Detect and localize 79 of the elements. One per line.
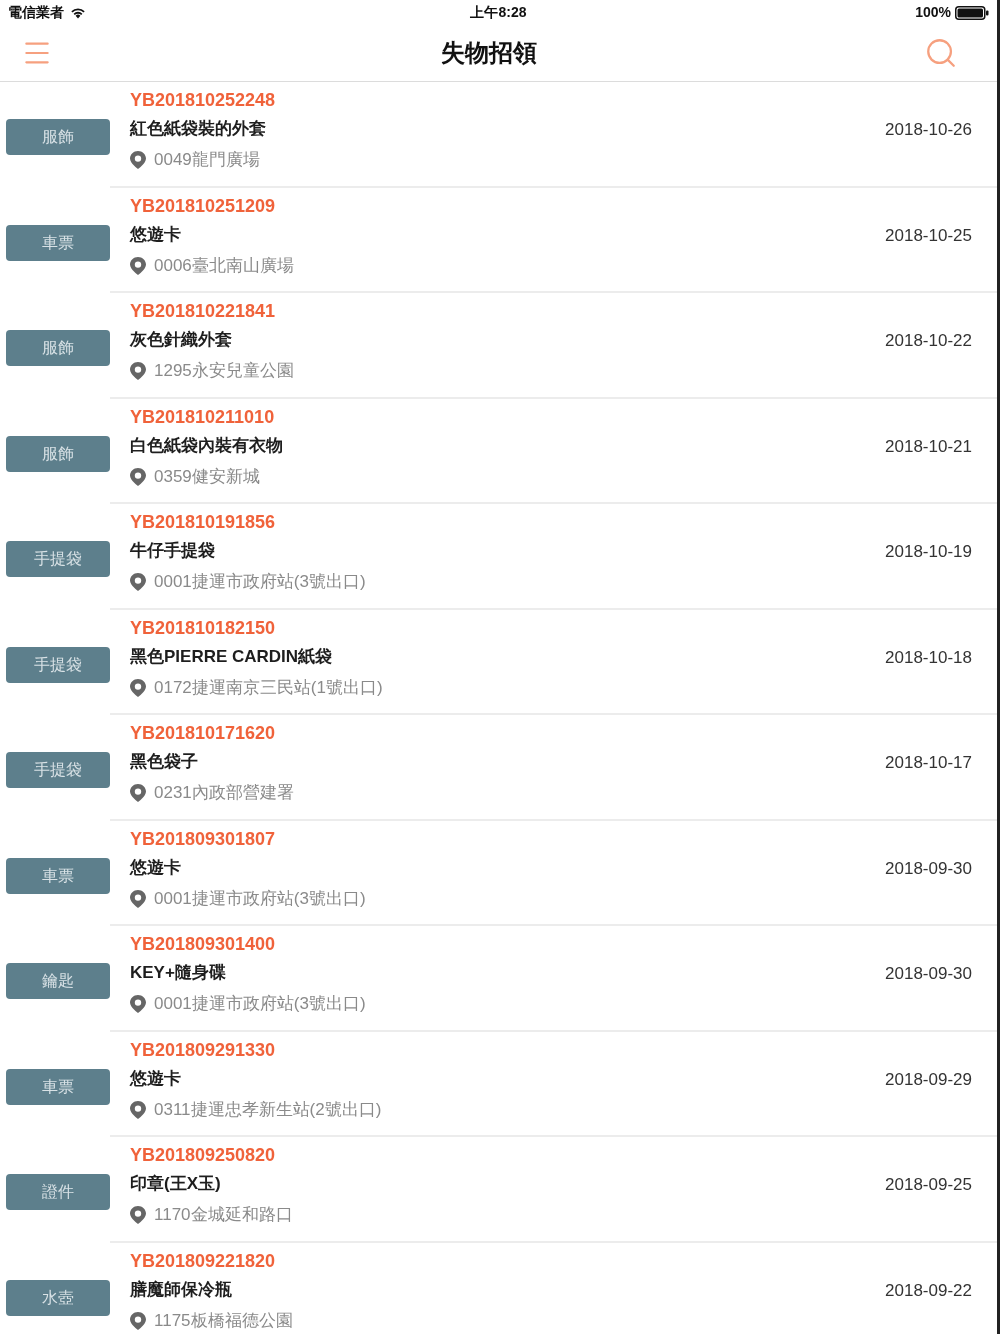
item-name: 牛仔手提袋 [130, 540, 215, 562]
map-pin-icon [130, 151, 146, 169]
item-name: 印章(王X玉) [130, 1173, 221, 1195]
item-number: YB201810191856 [130, 511, 276, 533]
item-date: 2018-10-17 [885, 752, 972, 774]
item-number: YB201809301807 [130, 827, 276, 850]
item-name: 悠遊卡 [130, 223, 181, 246]
location-text: 0001捷運市政府站(3號出口) [154, 887, 366, 910]
category-tag: 手提袋 [6, 752, 110, 789]
item-name: 悠遊卡 [130, 1067, 181, 1090]
item-number: YB201809221820 [130, 1249, 276, 1272]
location-text: 0311捷運忠孝新生站(2號出口) [154, 1098, 382, 1121]
search-icon [924, 36, 958, 70]
item-name: 黑色PIERRE CARDIN紙袋 [130, 645, 333, 668]
category-tag: 車票 [6, 1068, 110, 1105]
location-text: 0006臺北南山廣場 [154, 254, 294, 277]
item-date: 2018-10-18 [885, 646, 972, 669]
category-tag: 服飾 [6, 119, 110, 156]
map-pin-icon [130, 889, 146, 908]
category-tag: 證件 [6, 1174, 110, 1211]
item-name: 悠遊卡 [130, 856, 181, 879]
location-text: 0049龍門廣場 [154, 149, 260, 171]
item-number: YB201809250820 [130, 1144, 276, 1166]
item-date: 2018-09-29 [885, 1068, 972, 1091]
item-number: YB201810251209 [130, 194, 276, 217]
item-name: 紅色紙袋裝的外套 [130, 118, 266, 140]
category-tag: 鑰匙 [6, 963, 110, 1000]
location-text: 0172捷運南京三民站(1號出口) [154, 676, 383, 699]
item-number: YB201810182150 [130, 616, 276, 639]
item-date: 2018-09-25 [885, 1174, 972, 1196]
wifi-icon [70, 6, 86, 19]
item-date: 2018-10-26 [885, 119, 972, 141]
item-name: 膳魔師保冷瓶 [130, 1278, 232, 1301]
item-number: YB201810252248 [130, 89, 276, 111]
battery-percent: 100% [915, 3, 951, 22]
location-text: 1295永安兒童公園 [154, 360, 294, 382]
map-pin-icon [130, 256, 146, 275]
location-text: 1175板橋福德公園 [154, 1309, 293, 1332]
map-pin-icon [130, 995, 146, 1013]
item-name: KEY+隨身碟 [130, 962, 226, 984]
carrier-name: 電信業者 [8, 3, 64, 22]
item-date: 2018-10-25 [885, 224, 972, 247]
item-date: 2018-10-19 [885, 541, 972, 563]
category-tag: 車票 [6, 224, 110, 261]
page-title: 失物招領 [440, 38, 537, 68]
map-pin-icon [130, 1311, 146, 1330]
item-number: YB201810221841 [130, 300, 276, 322]
status-time: 上午8:28 [470, 3, 527, 22]
item-number: YB201810211010 [130, 405, 275, 428]
item-number: YB201809291330 [130, 1038, 276, 1061]
map-pin-icon [130, 362, 146, 380]
item-date: 2018-09-30 [885, 963, 972, 985]
map-pin-icon [130, 1100, 146, 1119]
location-text: 0359健安新城 [154, 465, 260, 488]
location-text: 0001捷運市政府站(3號出口) [154, 993, 366, 1015]
item-name: 灰色針織外套 [130, 329, 232, 351]
item-number: YB201809301400 [130, 933, 276, 955]
map-pin-icon [130, 1206, 146, 1224]
category-tag: 水壺 [6, 1279, 110, 1316]
category-tag: 車票 [6, 857, 110, 894]
category-tag: 手提袋 [6, 646, 110, 683]
location-text: 1170金城延和路口 [154, 1204, 293, 1226]
battery-icon [955, 5, 989, 20]
item-date: 2018-09-22 [885, 1279, 972, 1302]
map-pin-icon [130, 678, 146, 697]
location-text: 0001捷運市政府站(3號出口) [154, 571, 366, 593]
item-name: 黑色袋子 [130, 751, 198, 773]
item-date: 2018-09-30 [885, 857, 972, 880]
location-text: 0231內政部營建署 [154, 782, 294, 804]
map-pin-icon [130, 784, 146, 802]
map-pin-icon [130, 573, 146, 591]
category-tag: 服飾 [6, 330, 110, 367]
category-tag: 手提袋 [6, 541, 110, 578]
item-date: 2018-10-22 [885, 330, 972, 352]
item-name: 白色紙袋內裝有衣物 [130, 434, 283, 457]
item-date: 2018-10-21 [885, 435, 972, 458]
map-pin-icon [130, 467, 146, 486]
category-tag: 服飾 [6, 435, 110, 472]
item-number: YB201810171620 [130, 722, 276, 744]
